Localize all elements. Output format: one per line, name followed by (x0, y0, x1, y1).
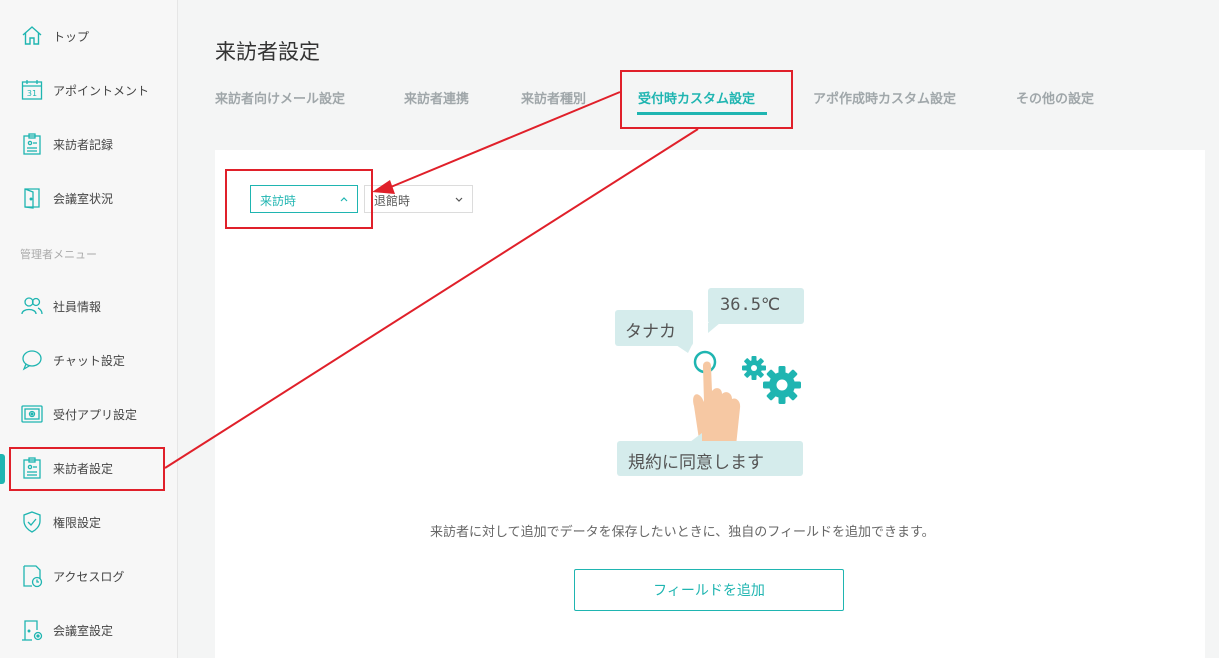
sidebar-item-appointment[interactable]: 31 アポイントメント (0, 70, 178, 110)
highlight-box-dropdown (225, 169, 373, 229)
sidebar-item-label: アクセスログ (53, 570, 125, 584)
sidebar: トップ 31 アポイントメント 来訪者記録 会議室状況 管理者メニュー 社員情報… (0, 0, 178, 658)
sidebar-item-label: 権限設定 (53, 516, 102, 530)
doc-clock-icon (20, 564, 44, 588)
dropdown-label: 退館時 (374, 194, 411, 208)
highlight-box-tab (620, 70, 793, 129)
door-icon (20, 186, 44, 210)
home-icon (20, 24, 44, 48)
tap-gears-illustration (693, 350, 801, 446)
clipboard-icon (20, 132, 44, 156)
svg-text:31: 31 (27, 89, 37, 98)
sidebar-item-label: 来訪者記録 (53, 138, 114, 152)
bubble-tail (708, 323, 720, 333)
sidebar-item-label: 受付アプリ設定 (53, 408, 138, 422)
door-gear-icon (20, 618, 44, 642)
temperature-speech-bubble: 36.5℃ (708, 288, 804, 324)
tab-visitor-email-settings[interactable]: 来訪者向けメール設定 (215, 88, 345, 107)
tablet-gear-icon (20, 402, 44, 426)
users-icon (20, 294, 44, 318)
agree-terms-speech-bubble: 規約に同意します (617, 441, 803, 476)
bubble-tail (690, 433, 702, 442)
sidebar-item-label: 社員情報 (53, 300, 102, 314)
bubble-text: タナカ (625, 322, 676, 342)
sidebar-item-label: アポイントメント (53, 84, 150, 98)
page-title: 来訪者設定 (215, 40, 320, 64)
sidebar-item-label: トップ (53, 30, 90, 44)
chevron-down-icon (454, 193, 464, 205)
sidebar-item-visitor-records[interactable]: 来訪者記録 (0, 124, 178, 164)
calendar-icon: 31 (20, 78, 44, 102)
highlight-box-sidebar-item (9, 447, 165, 491)
sidebar-item-permissions[interactable]: 権限設定 (0, 502, 178, 542)
name-speech-bubble: タナカ (615, 310, 693, 346)
sidebar-item-room-status[interactable]: 会議室状況 (0, 178, 178, 218)
admin-menu-heading: 管理者メニュー (20, 248, 97, 261)
add-field-button[interactable]: フィールドを追加 (574, 569, 844, 611)
sidebar-item-label: 会議室状況 (53, 192, 114, 206)
shield-check-icon (20, 510, 44, 534)
sidebar-item-label: チャット設定 (53, 354, 125, 368)
bubble-text: 36.5℃ (720, 295, 781, 315)
sidebar-item-employees[interactable]: 社員情報 (0, 286, 178, 326)
sidebar-item-label: 会議室設定 (53, 624, 114, 638)
sidebar-item-chat-settings[interactable]: チャット設定 (0, 340, 178, 380)
bubble-text: 規約に同意します (628, 453, 764, 473)
sidebar-item-access-log[interactable]: アクセスログ (0, 556, 178, 596)
sidebar-item-room-settings[interactable]: 会議室設定 (0, 610, 178, 650)
tab-visitor-types[interactable]: 来訪者種別 (521, 88, 586, 107)
empty-state-description: 来訪者に対して追加でデータを保存したいときに、独自のフィールドを追加できます。 (430, 525, 935, 540)
tab-other-settings[interactable]: その他の設定 (1016, 88, 1094, 107)
departure-timing-dropdown[interactable]: 退館時 (364, 185, 473, 213)
sidebar-item-reception-app-settings[interactable]: 受付アプリ設定 (0, 394, 178, 434)
tab-appointment-custom-settings[interactable]: アポ作成時カスタム設定 (813, 88, 956, 107)
tab-visitor-integration[interactable]: 来訪者連携 (404, 88, 469, 107)
chat-icon (20, 348, 44, 372)
sidebar-item-top[interactable]: トップ (0, 16, 178, 56)
